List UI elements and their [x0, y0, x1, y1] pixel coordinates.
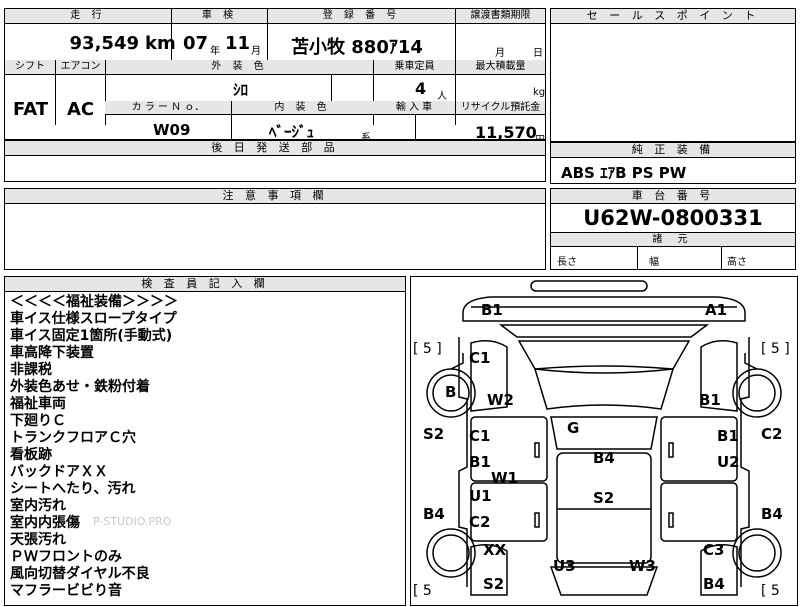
- damage-mark: W1: [491, 469, 518, 487]
- capacity-value: 4: [415, 79, 427, 98]
- vehicle-info-grid: 走 行 車 検 登 録 番 号 譲渡書類期限 93,549 km 07 年 11…: [4, 8, 546, 146]
- damage-mark: B4: [593, 449, 615, 467]
- inspection-label: 車 検: [171, 9, 267, 24]
- damage-mark: B4: [761, 505, 783, 523]
- width-label: 幅: [649, 257, 659, 268]
- damage-mark: C1: [469, 427, 491, 445]
- damage-mark: B1: [481, 301, 503, 319]
- damage-mark: B4: [423, 505, 445, 523]
- caution-box: 注 意 事 項 欄: [4, 188, 546, 270]
- inspector-note-line: 福祉車両: [10, 396, 66, 412]
- equipment-label: 純 正 装 備: [551, 143, 795, 158]
- later-parts-box: 後 日 発 送 部 品: [4, 140, 546, 182]
- equipment-value: ABS ｴｱB PS PW: [561, 164, 687, 182]
- inspector-note-line: 室内汚れ: [10, 498, 66, 514]
- damage-mark: U2: [717, 453, 740, 471]
- inspector-note-line: 風向切替ダイヤル不良: [10, 566, 150, 582]
- inspection-year: 07: [183, 33, 209, 54]
- import-car-label: 輸 入 車: [373, 101, 455, 115]
- sales-point-box: セ ー ル ス ポ イ ン ト: [550, 8, 796, 142]
- transfer-deadline-label: 譲渡書類期限: [455, 9, 545, 24]
- dimensions-label: 諸 元: [551, 232, 795, 247]
- inspector-note-line: 車イス仕様スロープタイプ: [10, 311, 177, 327]
- inspector-note-line: 外装色あせ・鉄粉付着: [10, 379, 150, 395]
- inspector-notes-list: ＜＜＜＜福祉装備＞＞＞＞ 車イス仕様スロープタイプ 車イス固定1箇所(手動式) 車高降…: [10, 294, 178, 600]
- tire-rear-left: [ 5: [413, 583, 432, 599]
- caution-label: 注 意 事 項 欄: [5, 189, 545, 204]
- interior-color-value: ﾍﾞｰｼﾞｭ: [269, 123, 315, 141]
- inspector-note-line: ＜＜＜＜福祉装備＞＞＞＞: [10, 294, 178, 310]
- damage-mark: XX: [483, 541, 507, 559]
- inspector-note-line: 天張汚れ: [10, 532, 66, 548]
- height-label: 高さ: [727, 257, 747, 268]
- damage-mark: W3: [629, 557, 656, 575]
- inspector-note-line: 非課税: [10, 362, 52, 378]
- damage-mark: W2: [487, 391, 514, 409]
- inspection-month-unit: 月: [251, 46, 261, 57]
- damage-mark: C2: [761, 425, 783, 443]
- inspector-notes-box: 検 査 員 記 入 欄 ＜＜＜＜福祉装備＞＞＞＞ 車イス仕様スロープタイプ 車イス固…: [4, 276, 406, 606]
- interior-color-label: 内 装 色: [231, 101, 373, 115]
- mileage-value: 93,549: [69, 33, 139, 54]
- length-label: 長さ: [557, 257, 577, 268]
- color-no-value: W09: [153, 121, 191, 139]
- transfer-month-unit: 月: [495, 48, 505, 59]
- damage-mark: U1: [469, 487, 492, 505]
- inspector-note-line: マフラービビり音: [10, 583, 122, 599]
- inspector-note-line: シートへたり、汚れ: [10, 481, 136, 497]
- inspector-note-line: 下廻りＣ: [10, 413, 66, 429]
- capacity-label: 乗車定員: [373, 60, 455, 75]
- damage-mark: S2: [483, 575, 505, 593]
- inspector-note-line: 看板跡: [10, 447, 52, 463]
- damage-mark: B: [445, 383, 457, 401]
- registration-label: 登 録 番 号: [267, 9, 455, 24]
- damage-mark: C1: [469, 349, 491, 367]
- mileage-unit: km: [145, 33, 176, 54]
- inspection-month: 11: [225, 33, 251, 54]
- recycle-deposit-label: リサイクル預託金: [455, 101, 545, 115]
- equipment-box: 純 正 装 備 ABS ｴｱB PS PW: [550, 142, 796, 184]
- transfer-day-unit: 日: [533, 48, 543, 59]
- tire-front-left: [ 5 ]: [413, 341, 442, 357]
- capacity-unit: 人: [437, 91, 447, 102]
- registration-value: 苫小牧 880ｱ14: [291, 37, 423, 58]
- ac-value: AC: [67, 99, 95, 120]
- max-load-unit: kg: [533, 87, 546, 98]
- sales-point-label: セ ー ル ス ポ イ ン ト: [551, 9, 795, 24]
- watermark: P-STUDIO.PRO: [93, 515, 172, 528]
- tire-rear-right: [ 5: [761, 583, 780, 599]
- exterior-color-label: 外 装 色: [105, 60, 373, 75]
- tire-front-right: [ 5 ]: [761, 341, 790, 357]
- inspector-note-line: ＰＷフロントのみ: [10, 549, 122, 565]
- damage-mark: S2: [593, 489, 615, 507]
- inspector-note-line: バックドアＸＸ: [10, 464, 108, 480]
- shift-value: FAT: [13, 99, 49, 120]
- damage-mark: G: [567, 419, 580, 437]
- inspector-note-line: 車高降下装置: [10, 345, 94, 361]
- color-no-label: カ ラ ー Ｎ ｏ．: [105, 101, 231, 115]
- chassis-box: 車 台 番 号 U62W-0800331 諸 元 長さ 幅 高さ: [550, 188, 796, 270]
- inspector-notes-label: 検 査 員 記 入 欄: [5, 277, 405, 292]
- chassis-number-value: U62W-0800331: [583, 206, 763, 230]
- damage-mark: C3: [703, 541, 725, 559]
- inspection-year-unit: 年: [210, 46, 220, 57]
- damage-mark: S2: [423, 425, 445, 443]
- exterior-color-value: ｼﾛ: [233, 81, 249, 99]
- chassis-number-label: 車 台 番 号: [551, 189, 795, 204]
- inspector-note-line: トランクフロアＣ穴: [10, 430, 136, 446]
- damage-mark: B1: [469, 453, 491, 471]
- ac-label: エアコン: [55, 60, 105, 75]
- inspector-note-line: 車イス固定1箇所(手動式): [10, 328, 173, 344]
- damage-mark: U3: [553, 557, 576, 575]
- mileage-label: 走 行: [5, 9, 171, 24]
- damage-mark: C2: [469, 513, 491, 531]
- max-load-label: 最大積載量: [455, 60, 545, 75]
- condition-diagram: [ 5 ] [ 5 ] [ 5 [ 5 B1 A1 C1 B W2 B1 S2 …: [410, 276, 798, 606]
- damage-mark: B4: [703, 575, 725, 593]
- damage-mark: A1: [705, 301, 728, 319]
- shift-label: シフト: [5, 60, 55, 75]
- later-parts-label: 後 日 発 送 部 品: [5, 141, 545, 156]
- damage-mark: B1: [717, 427, 739, 445]
- damage-mark: B1: [699, 391, 721, 409]
